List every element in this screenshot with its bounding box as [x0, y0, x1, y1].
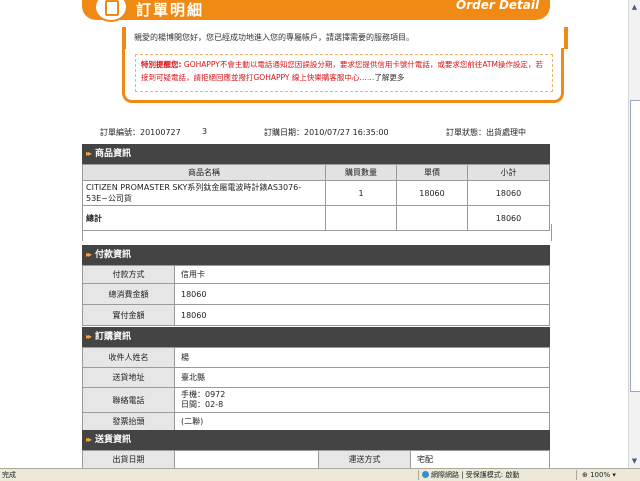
recipient-name-value: 楊 — [174, 347, 550, 368]
col-header-qty: 購買數量 — [325, 164, 397, 181]
payment-paid-value: 18060 — [174, 304, 550, 326]
product-subtotal: 18060 — [467, 180, 550, 206]
address-label: 送貨地址 — [82, 367, 175, 388]
spacer — [82, 224, 552, 241]
status-text: 完成 — [2, 471, 16, 479]
order-number: 訂單編號：20100727 — [100, 128, 181, 137]
section-title: 付款資訊 — [95, 250, 132, 260]
col-header-price: 單價 — [396, 164, 468, 181]
payment-total-value: 18060 — [174, 283, 550, 305]
scroll-down-icon[interactable]: ▼ — [630, 456, 639, 466]
phone-value: 手機：0972 日間：02-8 — [174, 387, 550, 413]
ship-method-label: 運送方式 — [318, 450, 411, 469]
invoice-value: (二聯) — [174, 412, 550, 431]
zoom-control[interactable]: ⊕ 100% ▾ — [582, 469, 616, 481]
day-phone: 日間：02-8 — [181, 400, 224, 409]
product-table: 商品名稱 購買數量 單價 小計 CITIZEN PROMASTER SKY系列鈦… — [82, 164, 550, 231]
shipping-table: 出貨日期 運送方式 宅配 — [82, 450, 550, 469]
ship-method-value: 宅配 — [410, 450, 550, 469]
payment-table: 付款方式 信用卡 總消費金額 18060 實付金額 18060 — [82, 265, 550, 326]
payment-paid-label: 實付金額 — [82, 304, 175, 326]
zoom-icon: ⊕ — [582, 471, 591, 479]
product-name: CITIZEN PROMASTER SKY系列鈦金屬電波時計錶AS3076-53… — [82, 180, 326, 206]
notice-panel: 特別提醒您: GOHAPPY不會主動以電話通知您因誤設分期，要求您提供信用卡號什… — [122, 48, 564, 103]
payment-total-label: 總消費金額 — [82, 283, 175, 305]
learn-more-link[interactable]: 了解更多 — [374, 73, 404, 82]
order-status: 訂單狀態：出貨處理中 — [446, 128, 526, 137]
order-number-suffix: 3 — [202, 127, 208, 136]
payment-method-value: 信用卡 — [174, 265, 550, 284]
order-date: 訂購日期：2010/07/27 16:35:00 — [264, 128, 389, 137]
recipient-name-label: 收件人姓名 — [82, 347, 175, 368]
buyer-table: 收件人姓名楊 送貨地址 臺北縣 聯絡電話 手機：0972 日間：02-8 發票抬頭 (二… — [82, 347, 550, 431]
welcome-message: 親愛的楊博閔您好，您已經成功地進入您的專屬帳戶，請選擇需要的服務項目。 — [122, 27, 568, 49]
invoice-label: 發票抬頭 — [82, 412, 175, 431]
vertical-scrollbar[interactable]: ▲ ▼ — [628, 0, 640, 468]
section-product-header: ▸▸ 商品資訊 — [82, 144, 550, 164]
arrow-icon: ▸▸ — [86, 250, 92, 259]
notice-label: 特別提醒您: — [141, 60, 182, 69]
product-qty: 1 — [325, 180, 397, 206]
product-price: 18060 — [396, 180, 468, 206]
status-bar: 完成 網際網路 | 受保護模式: 啟動 ⊕ 100% ▾ — [0, 468, 640, 481]
scroll-up-icon[interactable]: ▲ — [630, 2, 639, 12]
globe-icon — [422, 471, 429, 478]
arrow-icon: ▸▸ — [86, 332, 92, 341]
arrow-icon: ▸▸ — [86, 149, 92, 158]
mobile-phone: 手機：0972 — [181, 390, 226, 399]
section-title: 訂購資訊 — [95, 332, 132, 342]
section-shipping-header: ▸▸ 送貨資訊 — [82, 430, 550, 450]
payment-method-label: 付款方式 — [82, 265, 175, 284]
scrollbar-thumb[interactable] — [630, 100, 640, 392]
notice-text: GOHAPPY不會主動以電話通知您因誤設分期，要求您提供信用卡號什電話，或要求您… — [141, 60, 543, 82]
ship-date-label: 出貨日期 — [82, 450, 175, 469]
page-title-en: Order Detail — [456, 0, 540, 12]
phone-label: 聯絡電話 — [82, 387, 175, 413]
section-title: 送貨資訊 — [95, 435, 132, 445]
section-payment-header: ▸▸ 付款資訊 — [82, 245, 550, 265]
page-title: 訂單明細 — [136, 1, 205, 19]
zone-indicator: 網際網路 | 受保護模式: 啟動 — [422, 469, 519, 481]
section-title: 商品資訊 — [95, 149, 132, 159]
col-header-name: 商品名稱 — [82, 164, 326, 181]
section-buyer-header: ▸▸ 訂購資訊 — [82, 327, 550, 347]
address-value: 臺北縣 — [174, 367, 550, 388]
ship-date-value — [174, 450, 319, 469]
table-row: CITIZEN PROMASTER SKY系列鈦金屬電波時計錶AS3076-53… — [82, 180, 550, 206]
notice-box: 特別提醒您: GOHAPPY不會主動以電話通知您因誤設分期，要求您提供信用卡號什… — [135, 54, 553, 92]
arrow-icon: ▸▸ — [86, 435, 92, 444]
col-header-subtotal: 小計 — [467, 164, 550, 181]
